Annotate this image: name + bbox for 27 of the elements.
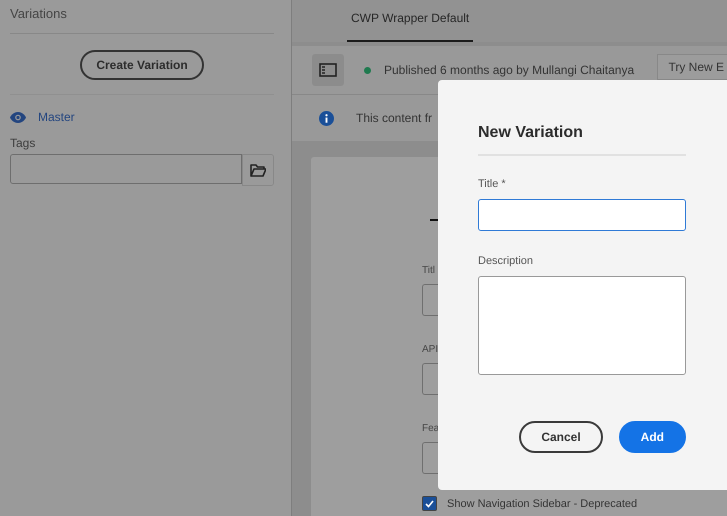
try-new-editor-button[interactable]: Try New E — [657, 54, 727, 80]
side-panel-toggle[interactable] — [312, 54, 344, 86]
description-textarea[interactable] — [478, 276, 686, 375]
field-label: API — [422, 344, 440, 355]
side-panel-icon — [319, 63, 337, 77]
field-label: Description — [478, 255, 534, 267]
browse-button[interactable] — [242, 154, 274, 186]
publish-status: Published 6 months ago by Mullangi Chaitanya — [384, 63, 634, 77]
cancel-button[interactable]: Cancel — [519, 421, 603, 453]
checkbox[interactable] — [422, 496, 437, 511]
add-button[interactable]: Add — [618, 421, 686, 453]
field-label: Title * — [478, 178, 507, 190]
info-icon — [319, 110, 334, 126]
create-variation-button[interactable]: Create Variation — [80, 50, 204, 80]
title-input[interactable] — [478, 199, 686, 231]
dialog-title: New Variation — [478, 124, 686, 156]
eye-icon — [10, 112, 26, 122]
panel-title: Variations — [10, 0, 274, 34]
info-message: This content fr — [356, 111, 432, 125]
checkmark-icon — [425, 500, 434, 508]
field-label: Titl — [422, 265, 436, 276]
folder-icon — [250, 164, 266, 176]
tags-label: Tags — [10, 136, 36, 150]
master-link[interactable]: Master — [38, 110, 75, 124]
status-dot — [364, 66, 371, 74]
checkbox-label: Show Navigation Sidebar - Deprecated — [447, 498, 638, 510]
tags-field[interactable] — [10, 154, 242, 184]
